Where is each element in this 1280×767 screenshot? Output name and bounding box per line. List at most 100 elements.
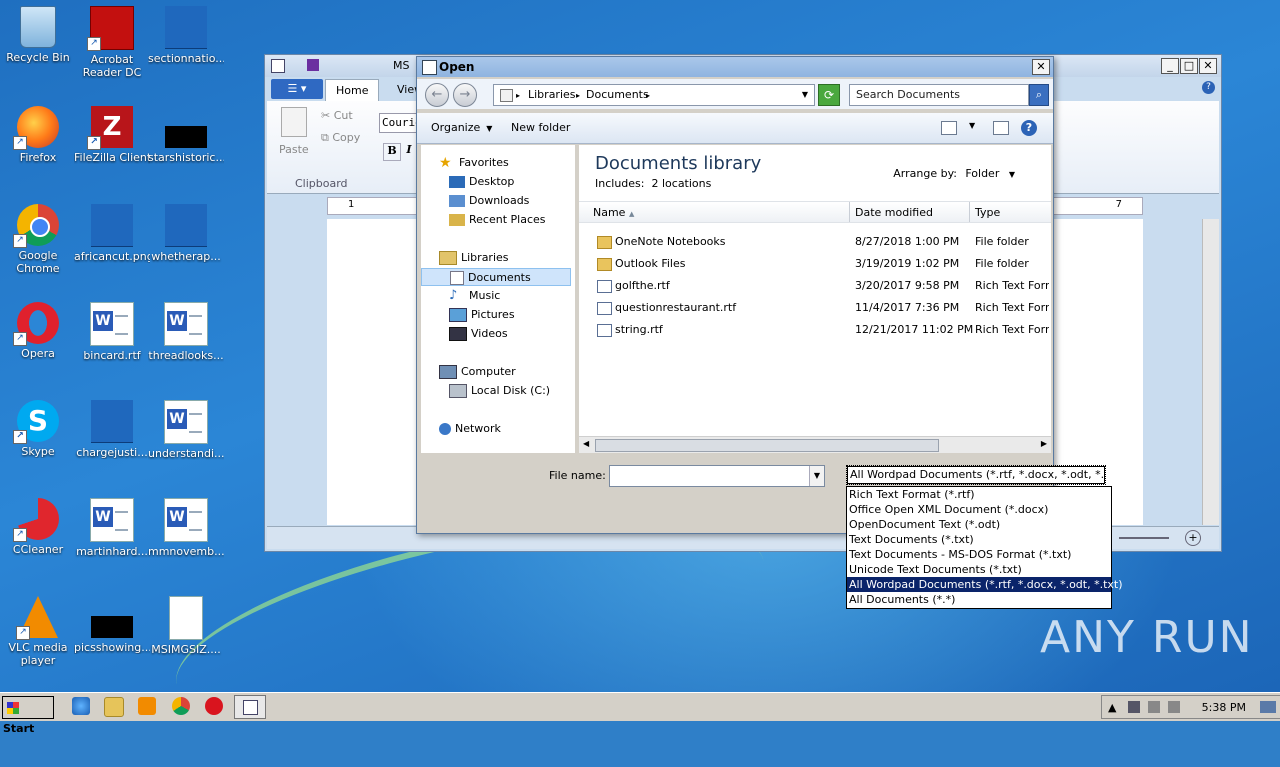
arrange-by-dropdown[interactable]: Folder ▼ bbox=[965, 167, 1015, 180]
taskbar-wordpad-button[interactable] bbox=[234, 695, 266, 719]
nav-computer[interactable]: Computer bbox=[439, 363, 516, 381]
nav-local-disk[interactable]: Local Disk (C:) bbox=[449, 382, 550, 400]
bold-button[interactable]: B bbox=[383, 143, 401, 161]
nav-pictures[interactable]: Pictures bbox=[449, 306, 515, 324]
desktop-icon-understandi[interactable]: understandi... bbox=[148, 400, 224, 460]
desktop-icon-chargejusti[interactable]: chargejusti... bbox=[74, 400, 150, 459]
file-row[interactable]: Outlook Files 3/19/2019 1:02 PM File folde… bbox=[579, 253, 1051, 275]
clock[interactable]: 5:38 PM bbox=[1202, 701, 1246, 714]
desktop-icon-vlc[interactable]: ↗ VLC media player bbox=[0, 596, 76, 667]
chevron-down-icon[interactable]: ▼ bbox=[969, 121, 975, 130]
desktop-icon-chrome[interactable]: ↗ Google Chrome bbox=[0, 204, 76, 275]
view-options-icon[interactable] bbox=[941, 121, 957, 135]
file-row[interactable]: string.rtf 12/21/2017 11:02 PM Rich Text F… bbox=[579, 319, 1051, 341]
refresh-button[interactable]: ⟳ bbox=[818, 84, 840, 106]
desktop-icon-picsshowing[interactable]: picsshowing... bbox=[74, 596, 150, 654]
copy-button[interactable]: ⧉ Copy bbox=[321, 131, 360, 145]
nav-desktop[interactable]: Desktop bbox=[449, 173, 514, 191]
opera-icon[interactable] bbox=[205, 697, 223, 715]
desktop-icon-threadlooks[interactable]: threadlooks... bbox=[148, 302, 224, 362]
desktop-icon-skype[interactable]: S ↗ Skype bbox=[0, 400, 76, 458]
file-type-option[interactable]: OpenDocument Text (*.odt) bbox=[847, 517, 1111, 532]
desktop-icon-ccleaner[interactable]: ↗ CCleaner bbox=[0, 498, 76, 556]
network-icon[interactable] bbox=[1128, 701, 1140, 713]
media-player-icon[interactable] bbox=[138, 697, 156, 715]
desktop-icon-filezilla[interactable]: Z ↗ FileZilla Client bbox=[74, 106, 150, 164]
zoom-in-icon[interactable]: + bbox=[1185, 530, 1201, 546]
desktop-icon-msimgsiz[interactable]: MSIMGSIZ.... bbox=[148, 596, 224, 656]
preview-pane-icon[interactable] bbox=[993, 121, 1009, 135]
nav-recent-places[interactable]: Recent Places bbox=[449, 211, 546, 229]
column-name[interactable]: Name ▲ bbox=[593, 206, 634, 219]
desktop-icon-opera[interactable]: ↗ Opera bbox=[0, 302, 76, 360]
help-icon[interactable]: ? bbox=[1202, 81, 1215, 94]
nav-favorites[interactable]: ★ Favorites bbox=[439, 154, 509, 172]
desktop-icon-mmnovemb[interactable]: mmnovemb... bbox=[148, 498, 224, 558]
search-input[interactable]: Search Documents bbox=[849, 84, 1029, 106]
close-button[interactable]: ✕ bbox=[1199, 58, 1217, 74]
desktop-icon-acrobat[interactable]: ↗ Acrobat Reader DC bbox=[74, 6, 150, 79]
nav-libraries[interactable]: Libraries bbox=[439, 249, 509, 267]
desktop-icon-sectionnatio[interactable]: sectionnatio... bbox=[148, 6, 224, 65]
action-center-icon[interactable] bbox=[1148, 701, 1160, 713]
file-row[interactable]: OneNote Notebooks 8/27/2018 1:00 PM File f… bbox=[579, 231, 1051, 253]
includes-locations-link[interactable]: 2 locations bbox=[651, 177, 711, 190]
address-bar[interactable]: ▸ Libraries ▸ Documents ▸ ▼ bbox=[493, 84, 815, 106]
scroll-left-icon[interactable]: ◀ bbox=[583, 439, 589, 448]
file-type-select[interactable]: All Wordpad Documents (*.rtf, *.docx, *.… bbox=[846, 465, 1106, 485]
desktop-icon-martinhard[interactable]: martinhard... bbox=[74, 498, 150, 558]
column-date-modified[interactable]: Date modified bbox=[855, 206, 933, 219]
start-button[interactable]: Start bbox=[2, 696, 54, 735]
column-divider[interactable] bbox=[849, 202, 850, 222]
file-menu-button[interactable]: ☰ ▾ bbox=[271, 79, 323, 99]
nav-downloads[interactable]: Downloads bbox=[449, 192, 529, 210]
nav-documents[interactable]: Documents bbox=[421, 268, 571, 286]
horizontal-scrollbar[interactable]: ◀ ▶ bbox=[579, 436, 1051, 453]
file-type-option[interactable]: Text Documents (*.txt) bbox=[847, 532, 1111, 547]
vertical-scrollbar[interactable] bbox=[1202, 219, 1219, 525]
search-icon[interactable]: ⌕ bbox=[1029, 84, 1049, 106]
column-type[interactable]: Type bbox=[975, 206, 1000, 219]
scrollbar-thumb[interactable] bbox=[595, 439, 939, 452]
help-icon[interactable]: ? bbox=[1021, 120, 1037, 136]
new-folder-button[interactable]: New folder bbox=[511, 121, 570, 134]
desktop-icon-recycle-bin[interactable]: Recycle Bin bbox=[0, 6, 76, 64]
zoom-slider[interactable] bbox=[1119, 537, 1169, 539]
chrome-icon[interactable] bbox=[172, 697, 190, 715]
file-type-option[interactable]: Unicode Text Documents (*.txt) bbox=[847, 562, 1111, 577]
paste-button[interactable]: Paste bbox=[279, 143, 309, 156]
volume-icon[interactable] bbox=[1168, 701, 1180, 713]
italic-button[interactable]: I bbox=[403, 143, 415, 159]
desktop-icon-starshistoric[interactable]: starshistoric... bbox=[148, 106, 224, 164]
file-type-option[interactable]: Text Documents - MS-DOS Format (*.txt) bbox=[847, 547, 1111, 562]
maximize-button[interactable]: □ bbox=[1180, 58, 1198, 74]
show-hidden-icons-icon[interactable]: ▲ bbox=[1108, 701, 1120, 714]
file-row[interactable]: golfthe.rtf 3/20/2017 9:58 PM Rich Text Fo… bbox=[579, 275, 1051, 297]
file-row[interactable]: questionrestaurant.rtf 11/4/2017 7:36 PM R… bbox=[579, 297, 1051, 319]
desktop-icon-bincard[interactable]: bincard.rtf bbox=[74, 302, 150, 362]
column-divider[interactable] bbox=[969, 202, 970, 222]
forward-button[interactable]: → bbox=[453, 83, 477, 107]
nav-videos[interactable]: Videos bbox=[449, 325, 508, 343]
desktop-icon-whetherap[interactable]: whetherap... bbox=[148, 204, 224, 263]
scroll-right-icon[interactable]: ▶ bbox=[1041, 439, 1047, 448]
file-type-option-selected[interactable]: All Wordpad Documents (*.rtf, *.docx, *.… bbox=[847, 577, 1123, 592]
filename-input[interactable]: ▼ bbox=[609, 465, 825, 487]
quick-save-icon[interactable] bbox=[307, 59, 319, 71]
nav-network[interactable]: Network bbox=[439, 420, 501, 438]
file-type-option[interactable]: All Documents (*.*) bbox=[847, 592, 1111, 607]
internet-explorer-icon[interactable] bbox=[72, 697, 90, 715]
breadcrumb-libraries[interactable]: Libraries bbox=[528, 88, 576, 101]
desktop-icon-africancut[interactable]: africancut.png bbox=[74, 204, 150, 263]
desktop-icon-firefox[interactable]: ↗ Firefox bbox=[0, 106, 76, 164]
cut-button[interactable]: ✂ Cut bbox=[321, 109, 353, 122]
breadcrumb-documents[interactable]: Documents bbox=[586, 88, 649, 101]
file-type-option[interactable]: Office Open XML Document (*.docx) bbox=[847, 502, 1111, 517]
show-desktop-button[interactable] bbox=[1260, 701, 1276, 713]
paste-icon[interactable] bbox=[281, 107, 307, 137]
file-type-option[interactable]: Rich Text Format (*.rtf) bbox=[847, 487, 1111, 502]
nav-music[interactable]: ♪ Music bbox=[449, 287, 500, 305]
chevron-down-icon[interactable]: ▼ bbox=[802, 90, 808, 99]
minimize-button[interactable]: _ bbox=[1161, 58, 1179, 74]
chevron-down-icon[interactable]: ▼ bbox=[809, 466, 824, 486]
